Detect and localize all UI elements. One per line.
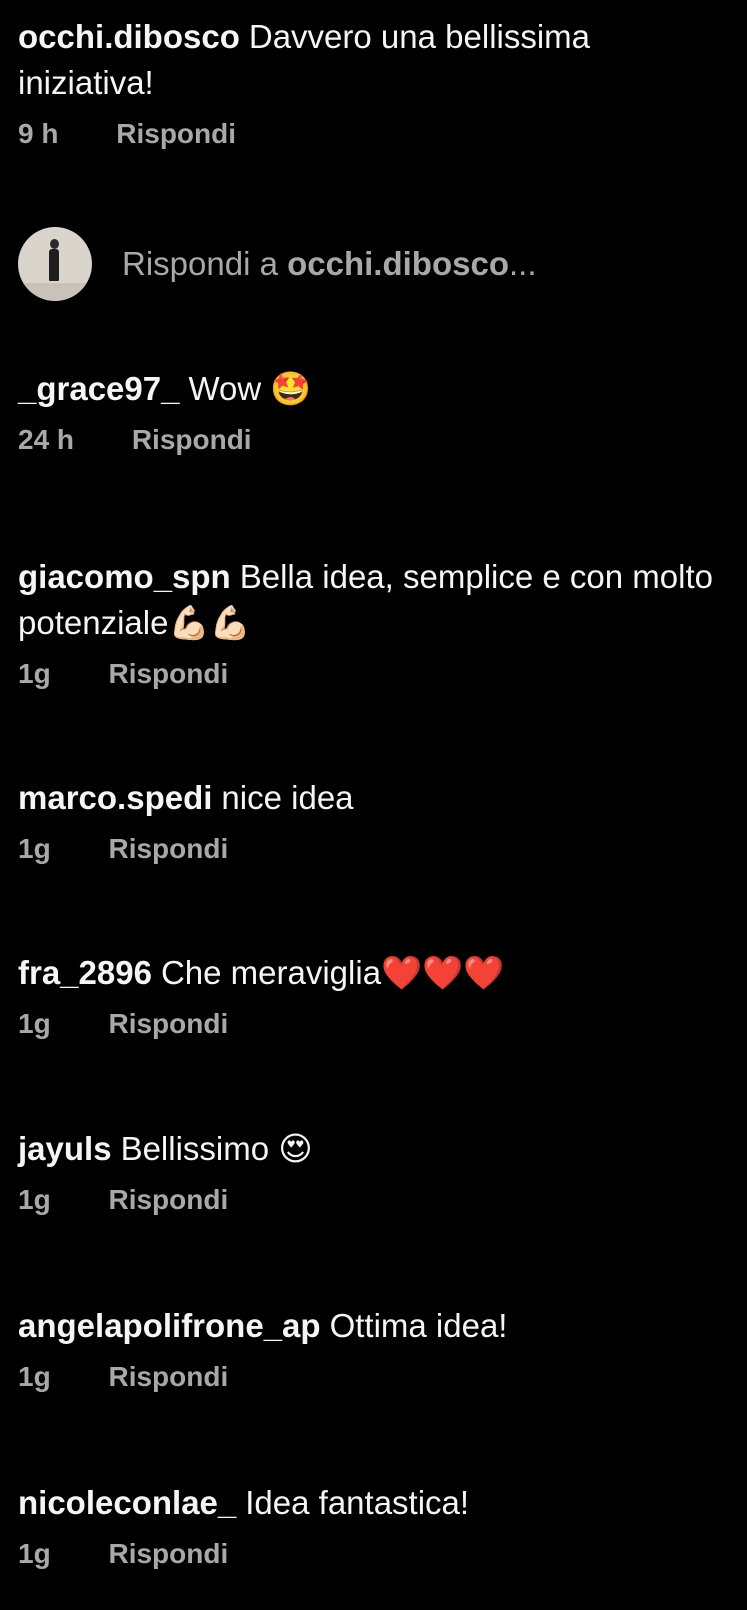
reply-placeholder-suffix: ... [508, 245, 537, 282]
comment-meta: 1g Rispondi [18, 1180, 723, 1220]
comment-item: _grace97_ Wow 🤩 24 h Rispondi [18, 366, 723, 460]
comment-username[interactable]: jayuls [18, 1130, 112, 1167]
comment-text: Idea fantastica! [245, 1484, 470, 1521]
reply-button[interactable]: Rispondi [132, 420, 252, 460]
comment-meta: 1g Rispondi [18, 1534, 723, 1574]
reply-button[interactable]: Rispondi [108, 1180, 228, 1220]
reply-placeholder-prefix: Rispondi a [122, 245, 288, 282]
reply-input[interactable]: Rispondi a occhi.dibosco... [122, 241, 682, 287]
reply-button[interactable]: Rispondi [108, 654, 228, 694]
comment-username[interactable]: nicoleconlae_ [18, 1484, 236, 1521]
comment-username[interactable]: fra_2896 [18, 954, 152, 991]
comment-emoji: 🤩 [270, 369, 312, 408]
comment-time: 1g [18, 1361, 51, 1392]
comment-emoji: 💪🏻💪🏻 [168, 603, 251, 642]
comment-meta: 9 h Rispondi [18, 114, 723, 154]
comment-time: 1g [18, 1184, 51, 1215]
comment-emoji: 😍 [278, 1129, 313, 1168]
comment-body: giacomo_spn Bella idea, semplice e con mo… [18, 554, 723, 646]
comment-body: _grace97_ Wow 🤩 [18, 366, 723, 412]
comment-item: nicoleconlae_ Idea fantastica! 1g Rispond… [18, 1480, 723, 1574]
comment-meta: 1g Rispondi [18, 1357, 723, 1397]
comment-time: 1g [18, 1538, 51, 1569]
comment-emoji: ❤️❤️❤️ [381, 953, 505, 992]
comment-item: giacomo_spn Bella idea, semplice e con mo… [18, 554, 723, 694]
reply-placeholder-target: occhi.dibosco [287, 245, 509, 282]
reply-button[interactable]: Rispondi [108, 829, 228, 869]
comment-item: jayuls Bellissimo 😍 1g Rispondi [18, 1126, 723, 1220]
comment-body: angelapolifrone_ap Ottima idea! [18, 1303, 723, 1349]
comment-time: 1g [18, 1008, 51, 1039]
comment-meta: 1g Rispondi [18, 829, 723, 869]
reply-button[interactable]: Rispondi [108, 1004, 228, 1044]
comment-item: occhi.dibosco Davvero una bellissima iniz… [18, 14, 723, 154]
comment-item: angelapolifrone_ap Ottima idea! 1g Rispon… [18, 1303, 723, 1397]
comment-item: fra_2896 Che meraviglia❤️❤️❤️ 1g Rispondi [18, 950, 723, 1044]
comment-meta: 1g Rispondi [18, 1004, 723, 1044]
comment-item: marco.spedi nice idea 1g Rispondi [18, 775, 723, 869]
comment-text: Che meraviglia [160, 954, 382, 991]
comment-text: nice idea [221, 779, 354, 816]
comment-meta: 1g Rispondi [18, 654, 723, 694]
comment-text: Wow [188, 370, 271, 407]
reply-button[interactable]: Rispondi [108, 1534, 228, 1574]
comment-username[interactable]: occhi.dibosco [18, 18, 240, 55]
avatar [18, 227, 92, 301]
reply-button[interactable]: Rispondi [108, 1357, 228, 1397]
comment-text: Ottima idea! [329, 1307, 508, 1344]
comment-username[interactable]: giacomo_spn [18, 558, 231, 595]
reply-button[interactable]: Rispondi [116, 114, 236, 154]
comment-meta: 24 h Rispondi [18, 420, 723, 460]
comment-body: occhi.dibosco Davvero una bellissima iniz… [18, 14, 723, 106]
comment-body: nicoleconlae_ Idea fantastica! [18, 1480, 723, 1526]
reply-composer: Rispondi a occhi.dibosco... [18, 226, 682, 302]
comment-body: jayuls Bellissimo 😍 [18, 1126, 723, 1172]
comment-time: 1g [18, 658, 51, 689]
comment-body: fra_2896 Che meraviglia❤️❤️❤️ [18, 950, 723, 996]
comment-time: 9 h [18, 118, 59, 149]
comment-time: 1g [18, 833, 51, 864]
comment-username[interactable]: _grace97_ [18, 370, 179, 407]
comment-body: marco.spedi nice idea [18, 775, 723, 821]
comment-text: Bellissimo [120, 1130, 279, 1167]
comment-time: 24 h [18, 424, 75, 455]
comment-username[interactable]: marco.spedi [18, 779, 212, 816]
comment-username[interactable]: angelapolifrone_ap [18, 1307, 321, 1344]
